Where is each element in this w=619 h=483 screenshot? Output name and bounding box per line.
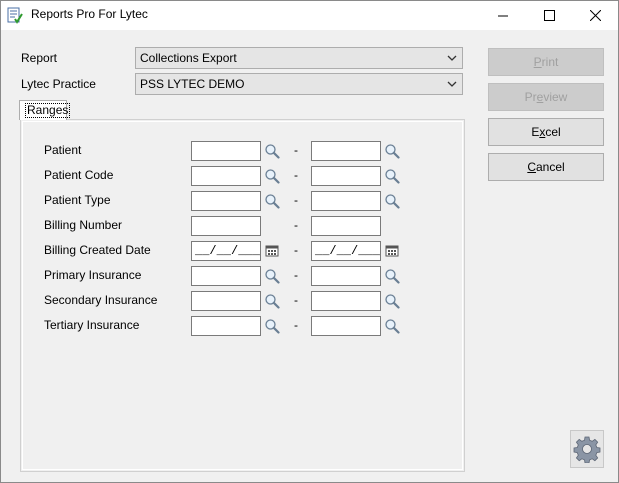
billing-number-from-field[interactable] (191, 216, 261, 236)
calendar-icon (385, 245, 399, 257)
title-bar[interactable]: Reports Pro For Lytec (1, 1, 618, 30)
preview-button-label: Preview (524, 90, 568, 104)
primary-insurance-from-lookup-button[interactable] (261, 267, 283, 285)
search-icon (385, 194, 400, 209)
patient-from-field[interactable] (191, 141, 261, 161)
billing-created-date-from-calendar-button[interactable] (261, 242, 283, 260)
patient-code-from-field[interactable] (191, 166, 261, 186)
calendar-icon (265, 245, 279, 257)
report-label: Report (21, 51, 58, 65)
billing-created-date-to-calendar-button[interactable] (381, 242, 403, 260)
tertiary-insurance-to-field[interactable] (311, 316, 381, 336)
tertiary-insurance-from-lookup-button[interactable] (261, 317, 283, 335)
range-label-patient-type: Patient Type (44, 193, 111, 207)
print-button-label: Print (533, 55, 559, 69)
tab-ranges[interactable]: Ranges (19, 100, 71, 120)
tertiary-insurance-from-field[interactable] (191, 316, 261, 336)
maximize-button[interactable] (526, 1, 572, 30)
chevron-down-icon (447, 81, 457, 87)
patient-type-to-field[interactable] (311, 191, 381, 211)
minimize-icon (498, 15, 508, 16)
secondary-insurance-from-field[interactable] (191, 291, 261, 311)
patient-type-from-field[interactable] (191, 191, 261, 211)
search-icon (385, 319, 400, 334)
search-icon (265, 269, 280, 284)
gear-icon (573, 436, 601, 463)
range-label-secondary-insurance: Secondary Insurance (44, 293, 158, 307)
billing-created-date-from-field[interactable]: __/__/____ (191, 241, 261, 261)
excel-button[interactable]: Excel (488, 118, 604, 146)
range-separator: - (294, 143, 298, 157)
range-label-billing-created-date: Billing Created Date (44, 243, 151, 257)
search-icon (385, 269, 400, 284)
patient-code-to-field[interactable] (311, 166, 381, 186)
practice-label: Lytec Practice (21, 77, 96, 91)
billing-created-date-to-field[interactable]: __/__/____ (311, 241, 381, 261)
primary-insurance-to-field[interactable] (311, 266, 381, 286)
range-separator: - (294, 193, 298, 207)
patient-from-lookup-button[interactable] (261, 142, 283, 160)
close-icon (589, 10, 601, 21)
maximize-icon (543, 10, 555, 21)
cancel-button-label: Cancel (527, 160, 565, 174)
practice-select[interactable]: PSS LYTEC DEMO (135, 73, 463, 95)
range-label-tertiary-insurance: Tertiary Insurance (44, 318, 140, 332)
range-label-patient: Patient (44, 143, 82, 157)
window-title: Reports Pro For Lytec (31, 7, 148, 21)
close-button[interactable] (572, 1, 618, 30)
search-icon (385, 169, 400, 184)
tertiary-insurance-to-lookup-button[interactable] (381, 317, 403, 335)
search-icon (265, 194, 280, 209)
range-separator: - (294, 268, 298, 282)
range-separator: - (294, 243, 298, 257)
cancel-button[interactable]: Cancel (488, 153, 604, 181)
primary-insurance-to-lookup-button[interactable] (381, 267, 403, 285)
patient-type-from-lookup-button[interactable] (261, 192, 283, 210)
range-separator: - (294, 218, 298, 232)
primary-insurance-from-field[interactable] (191, 266, 261, 286)
range-label-billing-number: Billing Number (44, 218, 123, 232)
search-icon (385, 144, 400, 159)
patient-type-to-lookup-button[interactable] (381, 192, 403, 210)
secondary-insurance-to-lookup-button[interactable] (381, 292, 403, 310)
range-label-primary-insurance: Primary Insurance (44, 268, 142, 282)
settings-button[interactable] (570, 430, 604, 468)
range-separator: - (294, 168, 298, 182)
billing-number-to-field[interactable] (311, 216, 381, 236)
report-check-icon (7, 7, 23, 24)
minimize-button[interactable] (480, 1, 526, 30)
search-icon (265, 294, 280, 309)
range-label-patient-code: Patient Code (44, 168, 114, 182)
report-window: Reports Pro For Lytec Report Collections… (0, 0, 619, 483)
practice-select-value: PSS LYTEC DEMO (140, 77, 245, 91)
search-icon (265, 319, 280, 334)
search-icon (385, 294, 400, 309)
patient-code-from-lookup-button[interactable] (261, 167, 283, 185)
report-select-value: Collections Export (140, 51, 237, 65)
range-separator: - (294, 318, 298, 332)
excel-button-label: Excel (531, 125, 561, 139)
report-select[interactable]: Collections Export (135, 47, 463, 69)
patient-to-field[interactable] (311, 141, 381, 161)
secondary-insurance-from-lookup-button[interactable] (261, 292, 283, 310)
search-icon (265, 169, 280, 184)
patient-code-to-lookup-button[interactable] (381, 167, 403, 185)
print-button[interactable]: Print (488, 48, 604, 76)
patient-to-lookup-button[interactable] (381, 142, 403, 160)
preview-button[interactable]: Preview (488, 83, 604, 111)
tab-ranges-label: Ranges (25, 103, 71, 118)
range-separator: - (294, 293, 298, 307)
chevron-down-icon (447, 55, 457, 61)
search-icon (265, 144, 280, 159)
secondary-insurance-to-field[interactable] (311, 291, 381, 311)
